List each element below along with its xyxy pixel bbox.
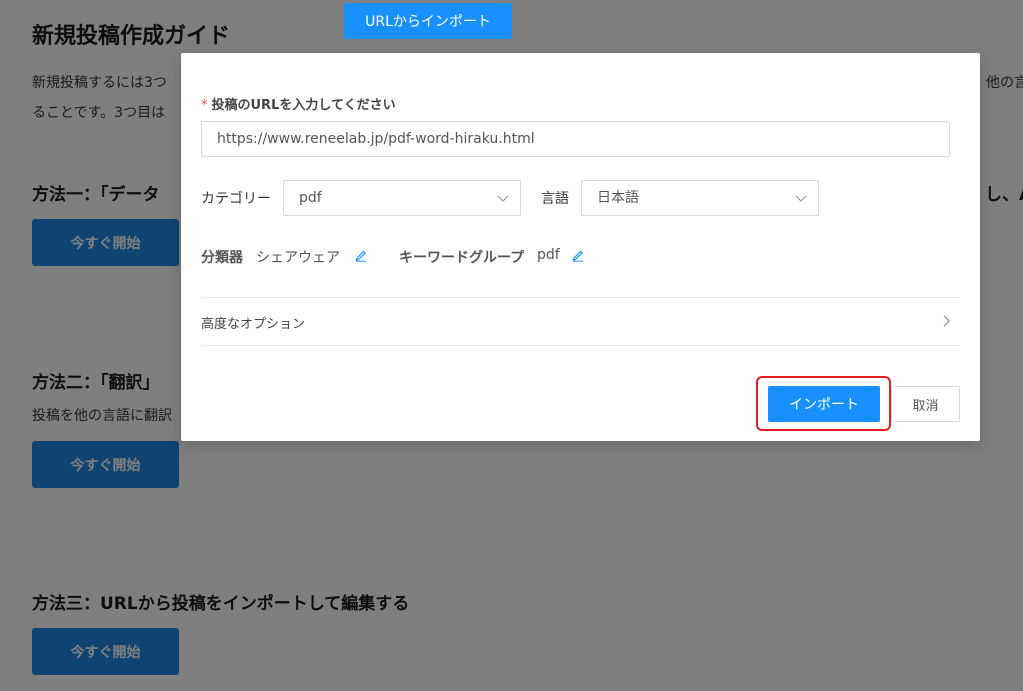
url-label-text: 投稿のURLを入力してください <box>211 98 396 113</box>
language-value: 日本語 <box>597 190 639 206</box>
url-field-label: * 投稿のURLを入力してください <box>201 94 396 113</box>
cancel-button[interactable]: 取消 <box>891 386 960 422</box>
advanced-options-label: 高度なオプション <box>201 317 306 332</box>
chevron-down-icon <box>795 195 807 202</box>
required-mark: * <box>201 98 208 113</box>
chevron-down-icon <box>497 195 509 202</box>
pencil-icon[interactable] <box>571 248 585 262</box>
category-label: カテゴリー <box>201 191 271 207</box>
import-button[interactable]: インポート <box>768 386 880 422</box>
classifier-value: シェアウェア <box>256 250 340 266</box>
language-select[interactable]: 日本語 <box>581 180 819 216</box>
import-dialog: *投稿のURLを入力してください カテゴリー pdf 言語 日本語 分類器 シェ… <box>181 53 980 441</box>
pencil-icon[interactable] <box>354 248 368 262</box>
url-import-tab[interactable]: URLからインポート <box>344 3 512 39</box>
category-value: pdf <box>299 190 322 206</box>
keyword-group-value: pdf <box>537 247 560 263</box>
keyword-group-label: キーワードグループ <box>399 250 525 266</box>
advanced-options-toggle[interactable]: 高度なオプション <box>201 297 960 345</box>
chevron-right-icon <box>943 315 950 327</box>
category-select[interactable]: pdf <box>283 180 521 216</box>
classifier-label: 分類器 <box>201 250 243 266</box>
divider <box>201 345 960 346</box>
language-label: 言語 <box>541 191 569 207</box>
url-input[interactable] <box>201 121 950 157</box>
